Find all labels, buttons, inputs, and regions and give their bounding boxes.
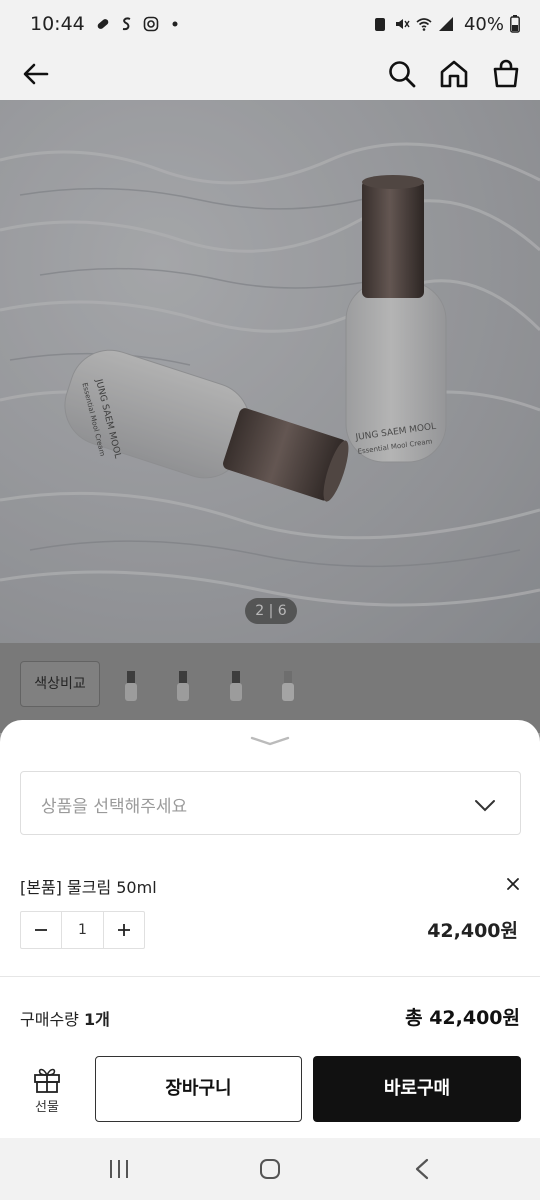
s-icon bbox=[122, 17, 131, 31]
plus-icon bbox=[118, 924, 130, 936]
gift-button[interactable]: 선물 bbox=[20, 1064, 74, 1124]
app-header bbox=[0, 48, 540, 100]
purchase-sheet: 상품을 선택해주세요 [본품] 물크림 50ml 1 42,400원 구매수량 … bbox=[0, 720, 540, 1138]
system-nav-bar bbox=[0, 1138, 540, 1200]
chevron-down-icon bbox=[475, 800, 495, 812]
back-arrow-icon[interactable] bbox=[20, 58, 52, 90]
variant-swatch[interactable] bbox=[221, 667, 251, 705]
decrease-button[interactable] bbox=[21, 912, 61, 948]
signal-icon bbox=[438, 17, 453, 31]
variant-swatch[interactable] bbox=[168, 667, 198, 705]
recent-apps-icon[interactable] bbox=[108, 1158, 130, 1180]
purchase-quantity-value: 1개 bbox=[83, 1010, 110, 1029]
variant-swatch[interactable] bbox=[116, 667, 146, 705]
home-icon[interactable] bbox=[438, 58, 470, 90]
home-nav-icon[interactable] bbox=[258, 1157, 282, 1181]
product-image-gallery[interactable]: JUNG SAEM MOOL Essential Mool Cream JUNG… bbox=[0, 100, 540, 643]
status-bar: 10:44 40% bbox=[0, 0, 540, 48]
minus-icon bbox=[35, 929, 47, 931]
sheet-collapse-chevron-icon[interactable] bbox=[248, 734, 292, 748]
color-compare-button[interactable]: 색상비교 bbox=[20, 661, 100, 707]
dot-icon bbox=[172, 21, 178, 27]
close-icon[interactable] bbox=[504, 875, 522, 893]
battery-saver-icon bbox=[374, 18, 385, 31]
gift-icon bbox=[34, 1068, 60, 1093]
image-pager: 2 | 6 bbox=[245, 598, 297, 624]
gift-label: 선물 bbox=[35, 1100, 59, 1115]
divider bbox=[0, 976, 540, 977]
back-nav-icon[interactable] bbox=[412, 1157, 432, 1181]
increase-button[interactable] bbox=[104, 912, 144, 948]
add-to-cart-button[interactable]: 장바구니 bbox=[95, 1056, 302, 1122]
search-icon[interactable] bbox=[386, 58, 418, 90]
product-image: JUNG SAEM MOOL Essential Mool Cream JUNG… bbox=[0, 142, 540, 607]
quantity-stepper: 1 bbox=[20, 911, 145, 949]
wifi-icon bbox=[416, 18, 432, 31]
variant-swatch[interactable] bbox=[273, 667, 303, 705]
option-price: 42,400원 bbox=[427, 920, 518, 942]
total-price: 총 42,400원 bbox=[405, 1007, 520, 1029]
select-placeholder: 상품을 선택해주세요 bbox=[41, 797, 188, 817]
instagram-icon bbox=[143, 16, 159, 32]
pill-icon bbox=[97, 19, 109, 29]
selected-option-name: [본품] 물크림 50ml bbox=[20, 878, 157, 897]
quantity-value[interactable]: 1 bbox=[61, 912, 104, 948]
purchase-quantity-label: 구매수량 1개 bbox=[20, 1010, 110, 1029]
shopping-bag-icon[interactable] bbox=[490, 58, 522, 90]
buy-now-button[interactable]: 바로구매 bbox=[313, 1056, 521, 1122]
battery-percent: 40% bbox=[463, 13, 504, 35]
battery-icon bbox=[510, 15, 520, 33]
product-option-select[interactable]: 상품을 선택해주세요 bbox=[20, 771, 521, 835]
status-time: 10:44 bbox=[30, 13, 85, 35]
mute-icon bbox=[395, 19, 410, 29]
